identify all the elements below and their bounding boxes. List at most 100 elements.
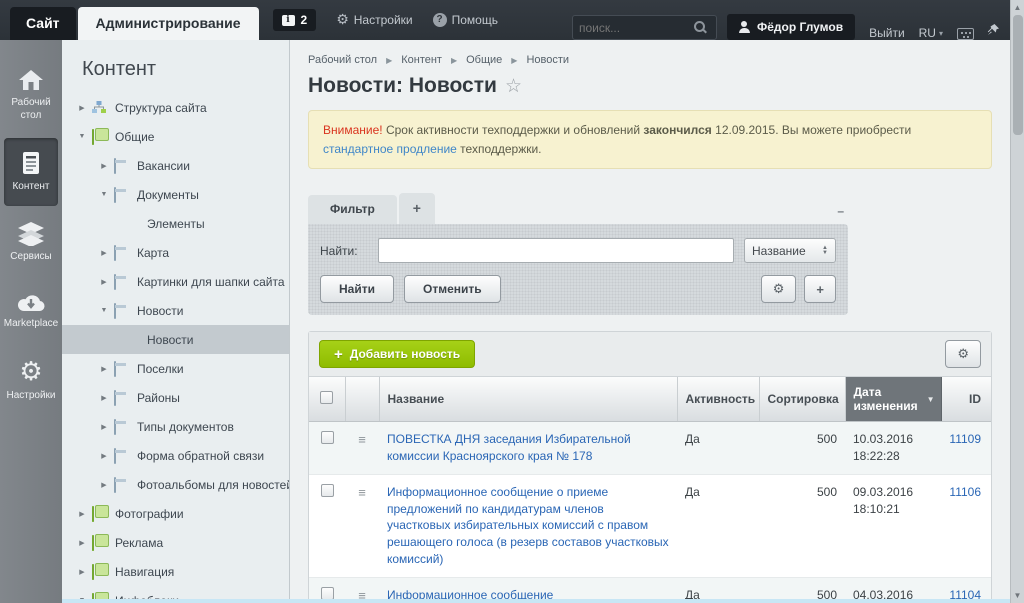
search-icon[interactable] [693,21,707,34]
app-root: Сайт Администрирование i 2 ⚙ Настройки ?… [0,0,1024,603]
column-header-sort[interactable]: Сортировка [759,377,846,423]
chevron-right-icon[interactable]: ▶ [76,104,88,112]
hotkeys-icon[interactable] [957,28,974,40]
main-content: Рабочий стол ▶ Контент ▶ Общие ▶ Новости… [290,40,1010,603]
tree-item-photo-albums[interactable]: ▶ Фотоальбомы для новостей [62,470,289,499]
tree-item-settlements[interactable]: ▶ Поселки [62,354,289,383]
filter-field-select[interactable]: Название ▲ ▼ [744,238,836,264]
scrollbar-thumb[interactable] [1012,15,1023,135]
favorite-star-icon[interactable]: ☆ [505,75,522,97]
add-filter-tab-button[interactable]: + [398,193,435,225]
tree-item-label: Навигация [115,564,175,579]
row-checkbox[interactable] [320,483,334,497]
tree-item-elements[interactable]: Элементы [62,209,289,238]
tree-item-document-types[interactable]: ▶ Типы документов [62,412,289,441]
chevron-right-icon[interactable]: ▶ [98,278,110,286]
tree-item-news-selected[interactable]: Новости [62,325,289,354]
chevron-down-icon[interactable]: ▼ [98,307,110,314]
topbar: Сайт Администрирование i 2 ⚙ Настройки ?… [0,0,1010,40]
tree-item-site-structure[interactable]: ▶ Структура сайта [62,93,289,122]
filter-settings-button[interactable]: ⚙ [760,275,797,304]
sidebar-item-content[interactable]: Контент [4,138,58,206]
language-dropdown[interactable]: RU ▾ [919,26,943,40]
sidebar-item-services[interactable]: Сервисы [4,210,58,276]
tree-item-common[interactable]: ▼ Общие [62,122,289,151]
sidebar-item-marketplace[interactable]: Marketplace [4,279,58,343]
tree-item-photos[interactable]: ▶ Фотографии [62,499,289,528]
column-header-active[interactable]: Активность [677,377,760,423]
tree-item-map[interactable]: ▶ Карта [62,238,289,267]
tree-item-header-images[interactable]: ▶ Картинки для шапки сайта [62,267,289,296]
table-row[interactable]: ≡ ПОВЕСТКА ДНЯ заседания Избирательной к… [309,421,991,475]
table-row[interactable]: ≡ Информационное сообщение о приеме пред… [309,474,991,578]
user-menu-button[interactable]: Фёдор Глумов [726,14,856,40]
chevron-right-icon[interactable]: ▶ [98,481,110,489]
column-header-name[interactable]: Название [379,377,678,423]
sidebar-item-settings[interactable]: ⚙ Настройки [4,347,58,415]
cloud-download-icon [16,291,46,313]
sidebar-item-label: Настройки [6,389,56,401]
news-link[interactable]: Информационное сообщение о приеме предло… [387,485,669,566]
sidebar-item-desktop[interactable]: Рабочий стол [4,56,58,134]
minimize-filter-button[interactable]: – [837,204,844,218]
scroll-down-icon[interactable]: ▼ [1014,588,1022,603]
filter-find-input[interactable] [378,238,734,264]
tree-item-navigation[interactable]: ▶ Навигация [62,557,289,586]
breadcrumb-link-news[interactable]: Новости [526,54,569,66]
warning-prefix: Внимание! [323,123,383,137]
search-input[interactable] [578,20,694,35]
tree-item-ads[interactable]: ▶ Реклама [62,528,289,557]
filter-cancel-button[interactable]: Отменить [403,275,501,304]
scroll-up-icon[interactable]: ▲ [1014,0,1022,15]
chevron-right-icon[interactable]: ▶ [98,249,110,257]
tree-item-districts[interactable]: ▶ Районы [62,383,289,412]
warning-banner: Внимание! Срок активности техподдержки и… [308,110,992,170]
select-all-checkbox[interactable] [320,391,334,405]
logout-button[interactable]: Выйти [869,26,905,40]
row-checkbox[interactable] [320,431,334,445]
workspace: Рабочий стол Контент Сервисы Marketplace… [0,40,1010,603]
add-news-button[interactable]: + Добавить новость [319,340,476,369]
notifications-badge[interactable]: i 2 [272,9,317,31]
filter-tab[interactable]: Фильтр [308,195,397,225]
tree-item-feedback-form[interactable]: ▶ Форма обратной связи [62,441,289,470]
chevron-right-icon[interactable]: ▶ [76,510,88,518]
column-header-id[interactable]: ID [941,377,991,423]
news-link[interactable]: ПОВЕСТКА ДНЯ заседания Избирательной ком… [387,432,631,463]
row-checkbox[interactable] [320,586,334,600]
vertical-scrollbar[interactable]: ▲ ▼ [1010,0,1024,603]
tree-item-documents[interactable]: ▼ Документы [62,180,289,209]
row-checkbox-cell [309,421,345,475]
filter-search-button[interactable]: Найти [320,275,394,304]
chevron-right-icon[interactable]: ▶ [76,539,88,547]
row-menu-icon[interactable]: ≡ [358,485,366,500]
news-id-link[interactable]: 11106 [949,485,981,499]
breadcrumb-link-content[interactable]: Контент [401,54,442,66]
settings-menu[interactable]: ⚙ Настройки [336,12,412,28]
admin-tab[interactable]: Администрирование [77,7,259,40]
grid-settings-button[interactable]: ⚙ [945,340,981,369]
dot-icon [124,333,139,346]
tree-item-vacancies[interactable]: ▶ Вакансии [62,151,289,180]
chevron-down-icon[interactable]: ▼ [98,191,110,198]
chevron-right-icon[interactable]: ▶ [98,394,110,402]
chevron-right-icon[interactable]: ▶ [98,452,110,460]
help-menu[interactable]: ? Помощь [432,13,498,27]
chevron-right-icon[interactable]: ▶ [98,365,110,373]
infoblock-icon [114,448,129,464]
chevron-right-icon[interactable]: ▶ [76,568,88,576]
news-id-link[interactable]: 11109 [949,432,981,446]
chevron-right-icon[interactable]: ▶ [98,162,110,170]
renewal-link[interactable]: стандартное продление [323,142,457,156]
chevron-right-icon[interactable]: ▶ [98,423,110,431]
breadcrumb-link-common[interactable]: Общие [466,54,502,66]
filter-add-field-button[interactable]: + [804,275,836,304]
pin-icon[interactable] [986,23,1000,40]
breadcrumb-link-desktop[interactable]: Рабочий стол [308,54,377,66]
site-tab[interactable]: Сайт [10,7,76,40]
plus-icon: + [334,345,343,363]
tree-item-news-section[interactable]: ▼ Новости [62,296,289,325]
row-menu-icon[interactable]: ≡ [358,432,366,447]
chevron-down-icon[interactable]: ▼ [76,133,88,140]
column-header-date-modified[interactable]: Дата изменения ▼ [845,377,942,423]
